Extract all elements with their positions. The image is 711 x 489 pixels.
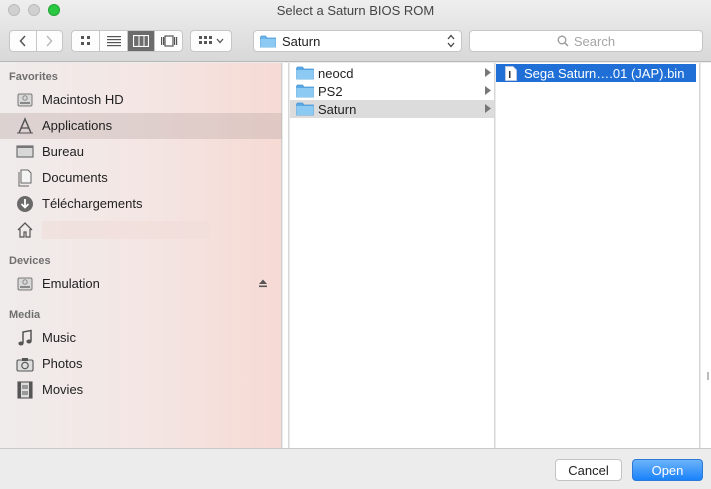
- sidebar-item-home[interactable]: [0, 217, 282, 243]
- sidebar-item-label: Macintosh HD: [42, 92, 124, 107]
- sidebar-item-label: Applications: [42, 118, 113, 133]
- camera-icon: [16, 355, 34, 373]
- file-icon: [505, 66, 517, 81]
- sidebar-item-bureau[interactable]: Bureau: [0, 139, 282, 165]
- search-icon: [557, 35, 569, 47]
- folder-icon: [260, 35, 276, 47]
- browser-column-partial: [283, 63, 289, 448]
- sidebar-item-movies[interactable]: Movies: [0, 377, 282, 403]
- path-popup-label: Saturn: [282, 33, 321, 49]
- icon-view-icon: [80, 36, 90, 45]
- back-button[interactable]: [10, 31, 36, 51]
- list-view-button[interactable]: [99, 31, 127, 51]
- hard-drive-icon: [16, 91, 34, 109]
- eject-icon[interactable]: [258, 278, 268, 288]
- sidebar-item-documents[interactable]: Documents: [0, 165, 282, 191]
- documents-icon: [16, 169, 34, 187]
- applications-icon: [16, 117, 34, 135]
- favorites-header: Favorites: [9, 71, 58, 83]
- search-placeholder: Search: [573, 33, 616, 49]
- coverflow-view-icon: [160, 35, 177, 47]
- folder-icon: [296, 102, 314, 116]
- sidebar-item-applications[interactable]: Applications: [0, 113, 282, 139]
- redacted-home-label: [42, 221, 210, 239]
- sidebar-item-label: Emulation: [42, 276, 100, 291]
- list-item-label: neocd: [318, 66, 354, 81]
- home-icon: [16, 221, 34, 239]
- view-mode-selector: [71, 30, 183, 52]
- list-item-saturn[interactable]: Saturn: [290, 100, 494, 118]
- disclosure-arrow-icon: [485, 86, 491, 95]
- downloads-icon: [16, 195, 34, 213]
- hard-drive-icon: [16, 275, 34, 293]
- sidebar-item-telechargements[interactable]: Téléchargements: [0, 191, 282, 217]
- icon-view-button[interactable]: [72, 31, 99, 51]
- arrange-button[interactable]: [190, 30, 232, 52]
- browser-column-files: Sega Saturn….01 (JAP).bin: [496, 63, 700, 448]
- column-resize-handle[interactable]: [707, 372, 709, 380]
- arrange-grid-icon: [198, 36, 212, 44]
- cancel-button[interactable]: Cancel: [555, 459, 622, 481]
- updown-arrows-icon: [447, 34, 455, 48]
- path-popup[interactable]: Saturn: [253, 30, 462, 52]
- title-bar: Select a Saturn BIOS ROM Saturn Search: [0, 0, 711, 62]
- desktop-icon: [16, 143, 34, 161]
- disclosure-arrow-icon: [485, 68, 491, 77]
- sidebar: Favorites Macintosh HD Applications Bure…: [0, 63, 282, 448]
- sidebar-item-label: Téléchargements: [42, 196, 143, 211]
- disclosure-arrow-icon: [485, 104, 491, 113]
- search-field[interactable]: Search: [469, 30, 703, 52]
- sidebar-item-label: Bureau: [42, 144, 84, 159]
- list-view-icon: [106, 36, 121, 47]
- window-title: Select a Saturn BIOS ROM: [276, 3, 435, 18]
- folder-icon: [296, 84, 314, 98]
- sidebar-item-emulation[interactable]: Emulation: [0, 271, 282, 297]
- sidebar-item-photos[interactable]: Photos: [0, 351, 282, 377]
- coverflow-view-button[interactable]: [154, 31, 182, 51]
- sidebar-item-label: Movies: [42, 382, 84, 397]
- sidebar-item-label: Music: [42, 330, 76, 345]
- list-item-neocd[interactable]: neocd: [290, 64, 494, 82]
- sidebar-item-label: Documents: [42, 170, 108, 185]
- navigation-buttons: [9, 30, 63, 52]
- music-note-icon: [16, 329, 34, 347]
- browser-column-empty: [701, 63, 711, 448]
- devices-header: Devices: [9, 255, 51, 267]
- list-item-label: PS2: [318, 84, 343, 99]
- dialog-button-bar: Cancel Open: [0, 448, 711, 489]
- open-button[interactable]: Open: [632, 459, 703, 481]
- sidebar-item-macintosh-hd[interactable]: Macintosh HD: [0, 87, 282, 113]
- media-header: Media: [9, 309, 41, 321]
- sidebar-item-label: Photos: [42, 356, 83, 371]
- chevron-right-icon: [46, 35, 53, 47]
- film-icon: [16, 381, 34, 399]
- list-item-label: Saturn: [318, 102, 357, 117]
- list-item-label: Sega Saturn….01 (JAP).bin: [524, 66, 685, 81]
- folder-icon: [296, 66, 314, 80]
- column-view-icon: [133, 35, 150, 47]
- chevron-down-icon: [216, 38, 223, 44]
- chevron-left-icon: [19, 35, 26, 47]
- list-item-sega-saturn-bios[interactable]: Sega Saturn….01 (JAP).bin: [496, 64, 696, 82]
- forward-button[interactable]: [35, 31, 62, 51]
- browser-column-folders: neocd PS2 Saturn: [290, 63, 495, 448]
- list-item-ps2[interactable]: PS2: [290, 82, 494, 100]
- sidebar-item-music[interactable]: Music: [0, 325, 282, 351]
- column-view-button[interactable]: [126, 31, 155, 51]
